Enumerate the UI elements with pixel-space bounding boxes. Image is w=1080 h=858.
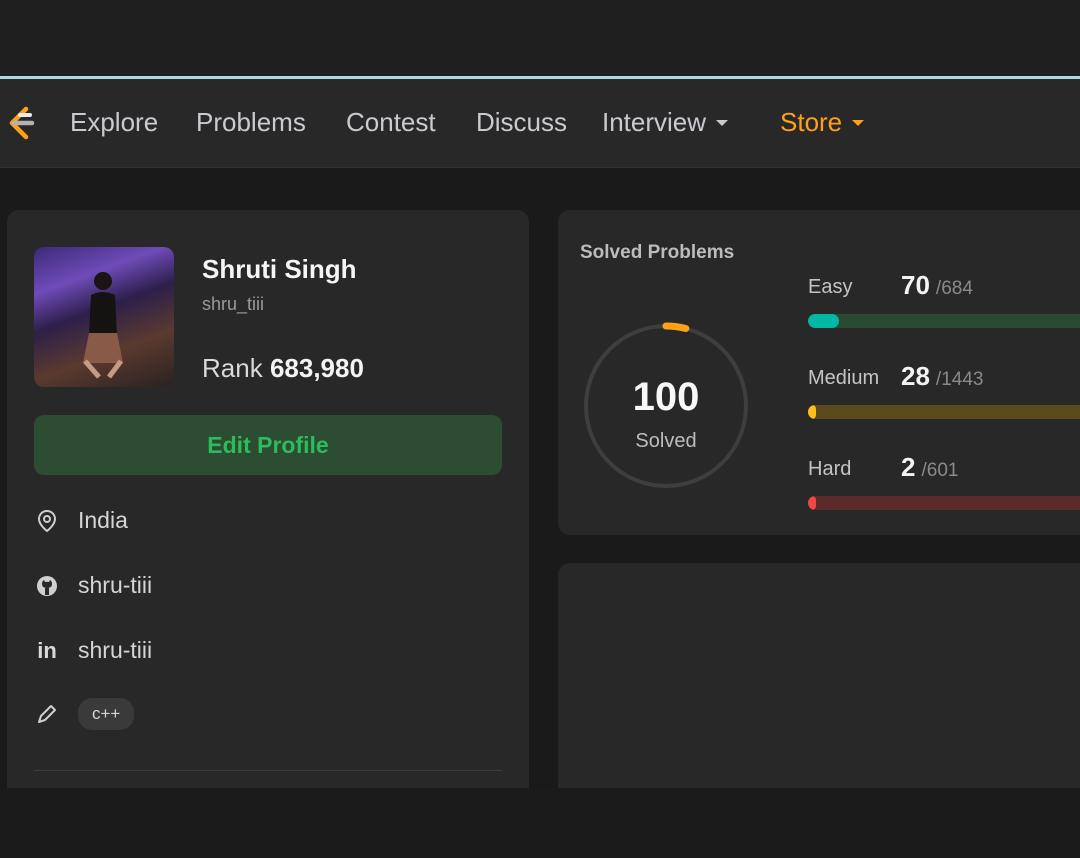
hard-bar-fill bbox=[808, 496, 816, 510]
easy-count: 70/684 bbox=[901, 270, 973, 301]
edit-profile-button[interactable]: Edit Profile bbox=[34, 415, 502, 475]
nav-problems[interactable]: Problems bbox=[196, 107, 306, 138]
profile-rank: Rank 683,980 bbox=[202, 353, 364, 384]
profile-name: Shruti Singh bbox=[202, 254, 357, 284]
easy-label: Easy bbox=[808, 276, 853, 298]
activity-card bbox=[558, 563, 1080, 823]
nav-contest[interactable]: Contest bbox=[346, 107, 436, 138]
hard-label: Hard bbox=[808, 458, 852, 480]
medium-bar bbox=[808, 405, 1080, 419]
solved-total-label: Solved bbox=[635, 430, 697, 452]
caret-down-icon bbox=[852, 119, 865, 126]
solved-total: 100 bbox=[632, 375, 700, 419]
linkedin-row[interactable]: in shru-tiii bbox=[34, 637, 152, 664]
medium-count: 28/1443 bbox=[901, 361, 983, 392]
linkedin-icon: in bbox=[37, 637, 57, 663]
location-text: India bbox=[78, 507, 128, 533]
bottom-band bbox=[0, 788, 1080, 858]
hard-solved: 2 bbox=[901, 452, 916, 482]
solved-problems-card: Solved Problems 100 Solved Easy 70/684 M… bbox=[558, 210, 1080, 535]
nav-store-label: Store bbox=[780, 107, 843, 137]
rank-label: Rank bbox=[202, 353, 263, 383]
medium-solved: 28 bbox=[901, 361, 930, 391]
nav-problems-label: Problems bbox=[196, 107, 306, 137]
hard-count: 2/601 bbox=[901, 452, 958, 483]
nav-interview[interactable]: Interview bbox=[602, 107, 729, 138]
nav-contest-label: Contest bbox=[346, 107, 436, 137]
easy-bar bbox=[808, 314, 1080, 328]
nav-discuss-label: Discuss bbox=[476, 107, 568, 137]
leetcode-logo[interactable] bbox=[0, 103, 40, 143]
medium-label: Medium bbox=[808, 367, 880, 389]
nav-discuss[interactable]: Discuss bbox=[476, 107, 567, 138]
skills-row: c++ bbox=[34, 698, 135, 730]
page-gap bbox=[0, 168, 1080, 210]
skill-tag[interactable]: c++ bbox=[78, 698, 135, 730]
easy-bar-fill bbox=[808, 314, 839, 328]
nav-store[interactable]: Store bbox=[780, 107, 865, 138]
pencil-icon bbox=[34, 701, 60, 727]
github-text: shru-tiii bbox=[78, 572, 153, 598]
avatar-figure bbox=[83, 272, 123, 379]
solved-title: Solved Problems bbox=[580, 242, 735, 263]
caret-down-icon bbox=[716, 119, 729, 126]
github-row[interactable]: shru-tiii bbox=[34, 572, 152, 599]
github-icon bbox=[34, 573, 60, 599]
linkedin-text: shru-tiii bbox=[78, 637, 153, 663]
medium-total: /1443 bbox=[935, 369, 984, 390]
nav-explore-label: Explore bbox=[70, 107, 159, 137]
nav-interview-label: Interview bbox=[602, 107, 707, 137]
easy-solved: 70 bbox=[901, 270, 930, 300]
easy-total: /684 bbox=[935, 278, 973, 299]
hard-bar bbox=[808, 496, 1080, 510]
divider bbox=[34, 770, 502, 771]
location-pin-icon bbox=[34, 508, 60, 534]
avatar[interactable] bbox=[34, 247, 174, 387]
nav-explore[interactable]: Explore bbox=[70, 107, 158, 138]
top-navbar: Explore Problems Contest Discuss Intervi… bbox=[0, 79, 1080, 168]
profile-username: shru_tiii bbox=[202, 294, 265, 314]
location-row: India bbox=[34, 507, 128, 534]
rank-value: 683,980 bbox=[269, 353, 364, 383]
profile-card: Shruti Singh shru_tiii Rank 683,980 Edit… bbox=[7, 210, 529, 810]
top-strip bbox=[0, 0, 1080, 76]
hard-total: /601 bbox=[921, 460, 959, 481]
medium-bar-fill bbox=[808, 405, 816, 419]
